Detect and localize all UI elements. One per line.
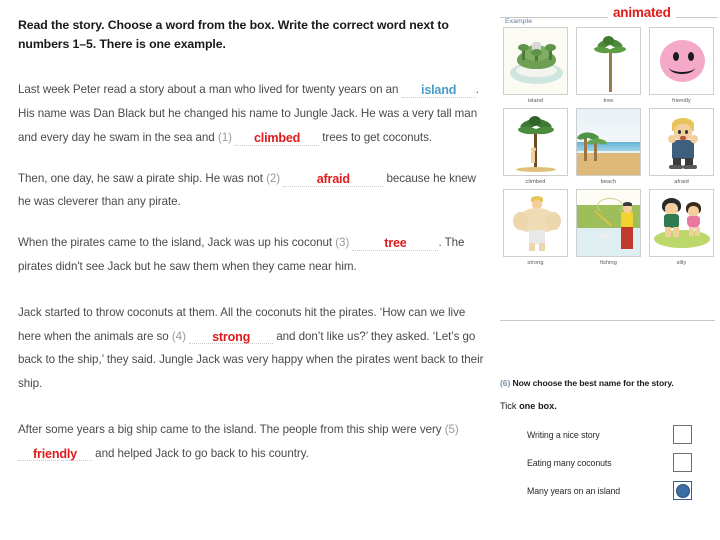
word-card-afraid[interactable]: afraid (649, 108, 714, 185)
word-card-label: afraid (674, 179, 689, 185)
question-number-4: (4) (171, 329, 186, 343)
word-box-panel: animated Example island tree friendly cl… (498, 0, 720, 540)
picture-row: island tree friendly (503, 27, 715, 104)
question-number-5: (5) (444, 422, 459, 436)
question-number-3: (3) (335, 236, 350, 250)
question-number-1: (1) (217, 130, 232, 144)
word-card-label: island (527, 98, 544, 104)
muscular-man-illustration (503, 189, 568, 257)
option-label: Many years on an island (527, 485, 621, 496)
picture-grid: island tree friendly climbed beach afrai… (503, 27, 715, 270)
answer-blank-2[interactable]: afraid (283, 171, 384, 187)
word-card-fishing[interactable]: fishing (576, 189, 641, 266)
answer-blank-3[interactable]: tree (352, 236, 439, 252)
story-paragraph-2: Then, one day, he saw a pirate ship. He … (18, 167, 486, 215)
answer-text-3: tree (384, 236, 407, 251)
animated-label: animated (608, 5, 676, 20)
two-children-illustration (649, 189, 714, 257)
instruction-heading: Read the story. Choose a word from the b… (18, 18, 449, 51)
option-checkbox[interactable] (673, 453, 692, 472)
paragraph-1-text-c: trees to get coconuts. (322, 130, 433, 144)
selected-dot-icon (675, 483, 690, 498)
example-label: Example (505, 18, 533, 25)
answer-text-example: island (421, 83, 457, 98)
word-card-island[interactable]: island (503, 27, 568, 104)
answer-blank-5[interactable]: friendly (18, 447, 92, 462)
palm-tree-illustration (576, 27, 641, 95)
tick-instruction: Tick one box. (500, 401, 718, 411)
fishing-illustration (576, 189, 641, 257)
question-6-text: Now choose the best name for the story. (512, 378, 674, 388)
word-card-strong[interactable]: strong (503, 189, 568, 266)
option-row[interactable]: Writing a nice story (527, 425, 692, 444)
paragraph-3-text-a: When the pirates came to the island, Jac… (18, 236, 333, 250)
island-illustration (503, 27, 568, 95)
tick-instruction-a: Tick (500, 401, 520, 411)
story-paragraph-3: When the pirates came to the island, Jac… (18, 231, 486, 279)
beach-illustration (576, 108, 641, 176)
picture-row: strong fishing silly (503, 189, 715, 266)
word-card-tree[interactable]: tree (576, 27, 641, 104)
question-6-prompt: (6) Now choose the best name for the sto… (500, 378, 718, 388)
option-checkbox[interactable] (673, 425, 692, 444)
word-card-label: fishing (600, 260, 617, 266)
answer-text-5: friendly (33, 446, 77, 461)
answer-blank-4[interactable]: strong (189, 329, 274, 345)
word-card-silly[interactable]: silly (649, 189, 714, 266)
picture-row: climbed beach afraid (503, 108, 715, 185)
question-6-number: (6) (500, 378, 511, 388)
word-card-label: strong (527, 260, 544, 266)
word-card-label: climbed (525, 179, 546, 185)
story-paragraph-4: Jack started to throw coconuts at them. … (18, 301, 486, 396)
option-checkbox-selected[interactable] (673, 481, 692, 500)
question-6-block: (6) Now choose the best name for the sto… (500, 378, 718, 509)
paragraph-1-text-a: Last week Peter read a story about a man… (18, 83, 399, 97)
word-card-label: silly (676, 260, 687, 266)
answer-blank-1[interactable]: climbed (235, 130, 320, 146)
person-climbing-tree-illustration (503, 108, 568, 176)
worksheet-left-page: Read the story. Choose a word from the b… (0, 0, 500, 540)
story-paragraph-1: Last week Peter read a story about a man… (18, 78, 486, 149)
option-label: Writing a nice story (527, 429, 600, 440)
question-number-2: (2) (266, 171, 281, 185)
paragraph-2-text-a: Then, one day, he saw a pirate ship. He … (18, 171, 263, 185)
option-label: Eating many coconuts (527, 457, 612, 468)
option-row[interactable]: Many years on an island (527, 481, 692, 500)
answer-text-1: climbed (253, 130, 301, 145)
story-paragraph-5: After some years a big ship came to the … (18, 418, 486, 466)
word-card-climbed[interactable]: climbed (503, 108, 568, 185)
smiley-face-illustration (649, 27, 714, 95)
option-row[interactable]: Eating many coconuts (527, 453, 692, 472)
answer-text-2: afraid (316, 171, 350, 186)
word-card-beach[interactable]: beach (576, 108, 641, 185)
tick-instruction-b: one box. (519, 401, 557, 411)
word-card-label: beach (600, 179, 617, 185)
options-list: Writing a nice story Eating many coconut… (500, 425, 718, 500)
answer-text-4: strong (212, 329, 251, 344)
paragraph-5-text-b: and helped Jack to go back to his countr… (95, 446, 309, 460)
bottom-divider (500, 320, 715, 321)
word-card-label: tree (603, 98, 614, 104)
answer-blank-example[interactable]: island (401, 83, 476, 99)
word-card-label: friendly (672, 98, 691, 104)
word-card-friendly[interactable]: friendly (649, 27, 714, 104)
scared-boy-illustration (649, 108, 714, 176)
paragraph-5-text-a: After some years a big ship came to the … (18, 422, 442, 436)
